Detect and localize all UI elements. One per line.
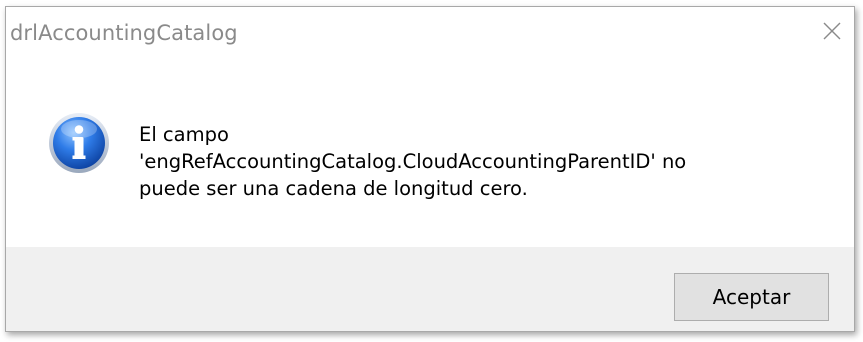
close-button[interactable] — [810, 7, 854, 55]
message-dialog: drlAccountingCatalog El campo 'engRefAcc… — [5, 6, 855, 332]
button-bar: Aceptar — [6, 247, 854, 331]
title-bar[interactable]: drlAccountingCatalog — [6, 7, 854, 61]
ok-button[interactable]: Aceptar — [674, 273, 829, 321]
message-text: El campo 'engRefAccountingCatalog.CloudA… — [139, 123, 687, 200]
close-icon — [823, 22, 841, 40]
info-icon — [49, 113, 109, 173]
window-title: drlAccountingCatalog — [10, 21, 238, 45]
dialog-body: El campo 'engRefAccountingCatalog.CloudA… — [6, 61, 854, 247]
